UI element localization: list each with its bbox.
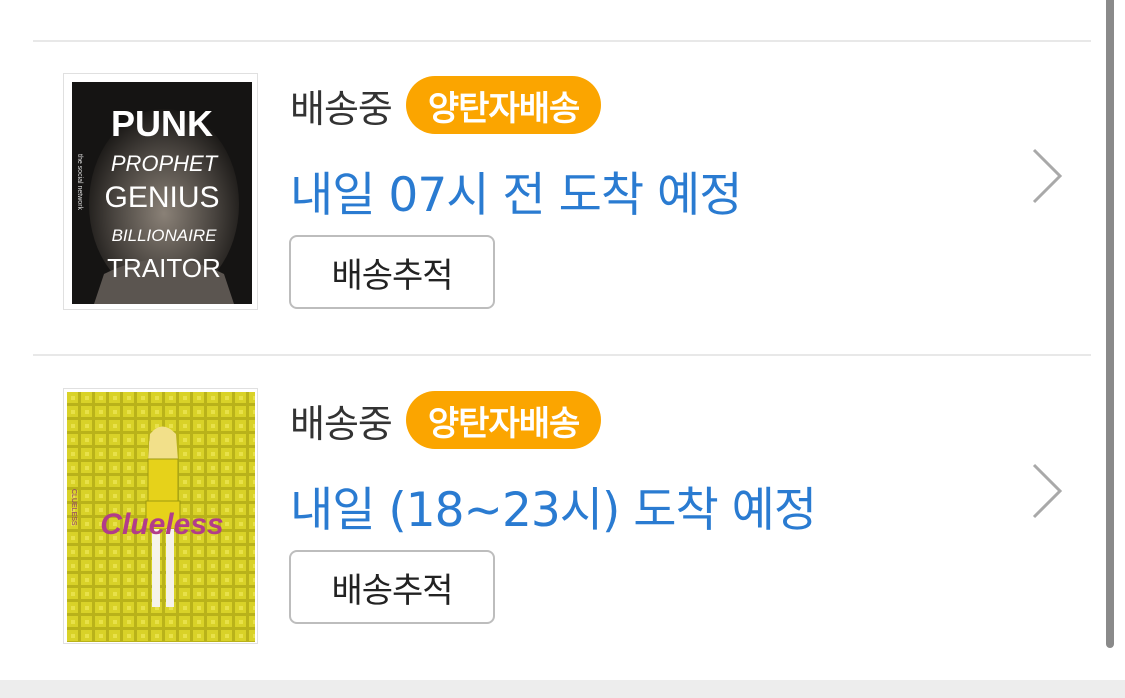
- cover-line: GENIUS: [104, 181, 219, 214]
- cover-line: PROPHET: [111, 151, 219, 176]
- track-delivery-button[interactable]: 배송추적: [289, 235, 495, 309]
- product-thumbnail[interactable]: Clueless CLUELESS: [63, 388, 258, 644]
- cover-title: Clueless: [100, 508, 223, 541]
- cover-line: TRAITOR: [107, 253, 221, 283]
- product-thumbnail[interactable]: PUNK PROPHET GENIUS BILLIONAIRE TRAITOR …: [63, 73, 258, 310]
- list-item[interactable]: Clueless CLUELESS 배송중 양탄자배송 내일 (18~23시) …: [0, 357, 1100, 644]
- cover-line: PUNK: [111, 103, 213, 144]
- list-item[interactable]: PUNK PROPHET GENIUS BILLIONAIRE TRAITOR …: [0, 42, 1100, 312]
- eta-text: 내일 (18~23시) 도착 예정: [290, 483, 817, 538]
- delivery-list: PUNK PROPHET GENIUS BILLIONAIRE TRAITOR …: [0, 0, 1125, 698]
- bottom-bar: [0, 680, 1125, 698]
- cover-image: Clueless CLUELESS: [67, 392, 255, 642]
- chevron-right-icon[interactable]: [1030, 146, 1066, 206]
- chevron-right-icon[interactable]: [1030, 461, 1066, 521]
- divider: [33, 354, 1091, 356]
- track-delivery-button[interactable]: 배송추적: [289, 550, 495, 624]
- cover-image: PUNK PROPHET GENIUS BILLIONAIRE TRAITOR …: [72, 82, 252, 304]
- cover-side-text: the social network: [76, 154, 83, 211]
- eta-text: 내일 07시 전 도착 예정: [290, 168, 742, 223]
- status-row: 배송중 양탄자배송: [290, 391, 602, 449]
- delivery-badge: 양탄자배송: [405, 76, 602, 134]
- cover-line: BILLIONAIRE: [112, 226, 218, 245]
- delivery-badge: 양탄자배송: [405, 391, 602, 449]
- scrollbar[interactable]: [1106, 0, 1114, 648]
- delivery-status: 배송중: [290, 401, 393, 446]
- delivery-status: 배송중: [290, 86, 393, 131]
- cover-side-text: CLUELESS: [70, 489, 77, 526]
- status-row: 배송중 양탄자배송: [290, 76, 602, 134]
